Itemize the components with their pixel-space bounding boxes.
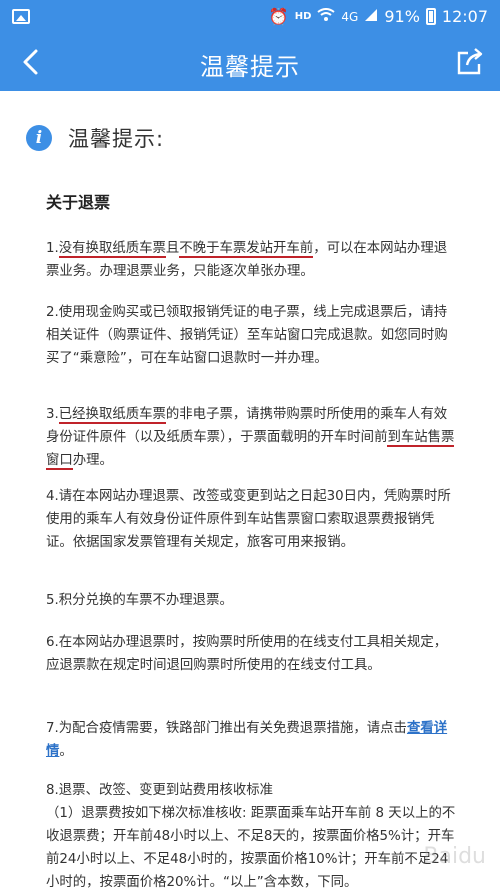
content-area[interactable]: i 温馨提示: 关于退票 1.没有换取纸质车票且不晚于车票发站开车前，可以在本网… — [0, 91, 500, 889]
p1-mid: 且 — [165, 241, 180, 256]
battery-icon — [425, 8, 436, 25]
p3-underline-1: 已经换取纸质车票 — [58, 407, 166, 424]
clock-time: 12:07 — [441, 7, 488, 26]
p1-underline-1: 没有换取纸质车票 — [58, 241, 166, 258]
signal-icon — [364, 7, 378, 26]
notice-title: 温馨提示: — [68, 127, 165, 151]
p3-rest: 办理。 — [72, 453, 113, 468]
info-icon: i — [26, 125, 52, 151]
battery-percent: 91% — [384, 7, 420, 26]
paragraph-6: 6.在本网站办理退票时，按购票时所使用的在线支付工具相关规定，应退票款在规定时间… — [46, 635, 448, 673]
p8-body: （1）退票费按如下梯次标准核收: 距票面乘车站开车前 8 天以上的不收退票费；开… — [46, 806, 456, 889]
signal-label: 4G — [341, 9, 359, 24]
status-bar: ⏰ HD 4G 91% 12:07 — [0, 0, 500, 34]
paragraph-2: 2.使用现金购买或已领取报销凭证的电子票，线上完成退票后，请持相关证件（购票证件… — [46, 305, 448, 366]
p3-number: 3. — [46, 407, 59, 422]
paragraph-3: 3.已经换取纸质车票的非电子票，请携带购票时所使用的乘车人有效身份证件原件（以及… — [46, 403, 460, 472]
notice-header: i 温馨提示: — [26, 123, 164, 153]
status-right: ⏰ HD 4G 91% 12:07 — [269, 7, 488, 26]
p1-number: 1. — [46, 241, 59, 256]
paragraph-5: 5.积分兑换的车票不办理退票。 — [46, 593, 233, 608]
p8-title: 8.退票、改签、变更到站费用核收标准 — [46, 783, 274, 798]
p7-end: 。 — [59, 744, 73, 759]
watermark: Baidu — [423, 844, 486, 869]
share-icon — [457, 48, 483, 75]
share-button[interactable] — [454, 46, 486, 78]
nav-bar: 温馨提示 — [0, 34, 500, 91]
section-title: 关于退票 — [46, 193, 111, 212]
paragraph-8: 8.退票、改签、变更到站费用核收标准 （1）退票费按如下梯次标准核收: 距票面乘… — [46, 779, 460, 889]
wifi-icon — [317, 7, 335, 26]
hd-label: HD — [294, 11, 312, 22]
paragraph-7: 7.为配合疫情需要，铁路部门推出有关免费退票措施，请点击查看详情。 — [46, 717, 460, 763]
paragraph-4: 4.请在本网站办理退票、改签或变更到站之日起30日内，凭购票时所使用的乘车人有效… — [46, 489, 451, 550]
alarm-icon: ⏰ — [268, 7, 289, 26]
image-icon — [12, 9, 30, 24]
p7-text: 7.为配合疫情需要，铁路部门推出有关免费退票措施，请点击 — [46, 721, 407, 736]
nav-title: 温馨提示 — [200, 53, 300, 81]
paragraph-1: 1.没有换取纸质车票且不晚于车票发站开车前，可以在本网站办理退票业务。办理退票业… — [46, 237, 460, 283]
p1-underline-2: 不晚于车票发站开车前 — [179, 241, 314, 258]
